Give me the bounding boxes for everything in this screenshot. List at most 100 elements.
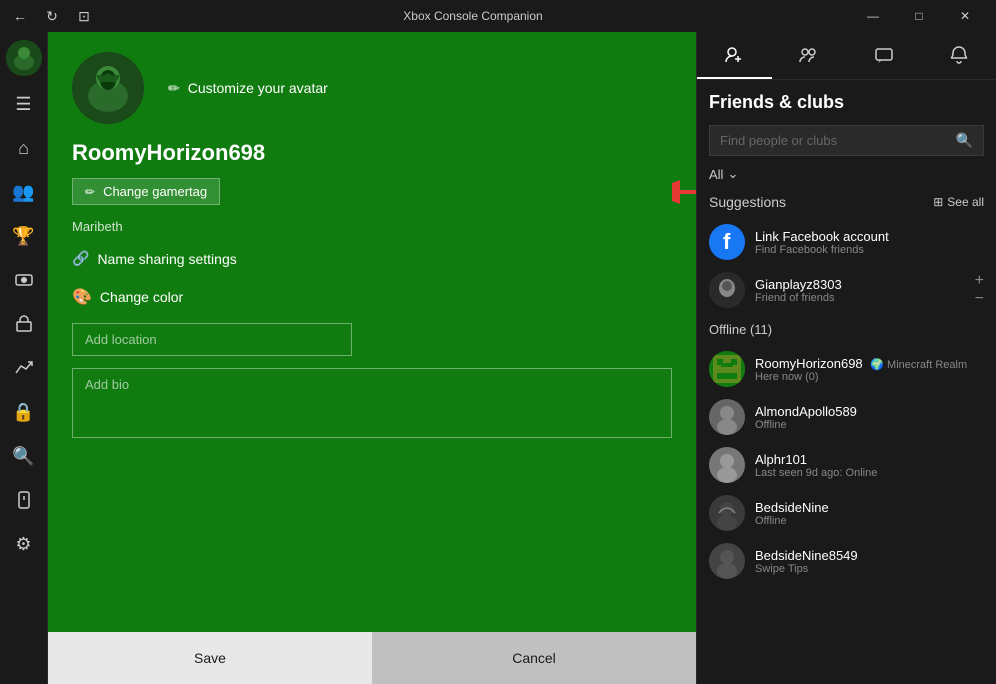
- right-content: Friends & clubs 🔍 All ⌄ Suggestions ⊞ Se…: [697, 80, 996, 684]
- sidebar-item-search[interactable]: 🔍: [4, 436, 44, 476]
- roomyhorizon-name: RoomyHorizon698 🌍 Minecraft Realm: [755, 356, 984, 371]
- bedsidenine-status: Offline: [755, 515, 984, 527]
- bedsidenine8549-status: Swipe Tips: [755, 563, 984, 575]
- facebook-logo: f: [709, 224, 745, 260]
- sidebar-item-remote[interactable]: [4, 480, 44, 520]
- search-input[interactable]: [720, 133, 956, 148]
- sidebar-item-clubs[interactable]: 🔒: [4, 392, 44, 432]
- cancel-button[interactable]: Cancel: [372, 632, 696, 684]
- filter-row: All ⌄: [709, 166, 984, 182]
- titlebar: ← ↻ ⊡ Xbox Console Companion — □ ✕: [0, 0, 996, 32]
- sidebar-item-store[interactable]: [4, 304, 44, 344]
- offline-friend-bedsidenine[interactable]: BedsideNine Offline: [709, 489, 984, 537]
- filter-dropdown[interactable]: All ⌄: [709, 166, 738, 182]
- minmax-button[interactable]: ⊡: [72, 4, 96, 28]
- right-panel: Friends & clubs 🔍 All ⌄ Suggestions ⊞ Se…: [696, 32, 996, 684]
- app-body: ☰ ⌂ 👥 🏆 🔒 🔍: [0, 32, 996, 684]
- customize-avatar-button[interactable]: ✏ Customize your avatar: [160, 76, 336, 101]
- gamertag-display: RoomyHorizon698: [72, 140, 672, 166]
- roomyhorizon-status: Here now (0): [755, 371, 984, 383]
- offline-header: Offline (11): [709, 322, 984, 337]
- search-bar: 🔍: [709, 125, 984, 156]
- change-gamertag-container: ✏ Change gamertag: [72, 178, 672, 205]
- suggestion-facebook[interactable]: f Link Facebook account Find Facebook fr…: [709, 218, 984, 266]
- avatar-image: [6, 40, 42, 76]
- remove-suggestion-button[interactable]: −: [975, 291, 984, 307]
- gamepass-icon: [14, 270, 34, 290]
- gianplayz-avatar: [709, 272, 745, 308]
- requests-tab-icon: [799, 45, 819, 65]
- sidebar-item-social[interactable]: 👥: [4, 172, 44, 212]
- alphr101-info: Alphr101 Last seen 9d ago: Online: [755, 452, 984, 479]
- minimize-button[interactable]: —: [850, 0, 896, 32]
- facebook-name: Link Facebook account: [755, 229, 984, 244]
- name-sharing-button[interactable]: 🔗 Name sharing settings: [72, 246, 672, 271]
- facebook-status: Find Facebook friends: [755, 244, 984, 256]
- avatar-svg: [72, 52, 144, 124]
- suggestions-header: Suggestions ⊞ See all: [709, 194, 984, 210]
- sidebar-item-menu[interactable]: ☰: [4, 84, 44, 124]
- bedsidenine8549-name: BedsideNine8549: [755, 548, 984, 563]
- gianplayz-actions: + −: [975, 273, 984, 307]
- almondapollo-name: AlmondApollo589: [755, 404, 984, 419]
- bottom-buttons: Save Cancel: [48, 632, 696, 684]
- alphr101-status: Last seen 9d ago: Online: [755, 467, 984, 479]
- suggestion-gianplayz[interactable]: Gianplayz8303 Friend of friends + −: [709, 266, 984, 314]
- store-icon: [14, 314, 34, 334]
- main-content: ✏ Customize your avatar RoomyHorizon698 …: [48, 32, 696, 684]
- bedsidenine8549-avatar-svg: [709, 543, 745, 579]
- gianplayz-status: Friend of friends: [755, 292, 965, 304]
- filter-label: All: [709, 167, 723, 182]
- real-name-display: Maribeth: [72, 219, 672, 234]
- change-gamertag-label: Change gamertag: [103, 184, 207, 199]
- app-title: Xbox Console Companion: [96, 9, 850, 23]
- maximize-button[interactable]: □: [896, 0, 942, 32]
- back-button[interactable]: ←: [8, 4, 32, 28]
- change-gamertag-button[interactable]: ✏ Change gamertag: [72, 178, 220, 205]
- sidebar-item-achievements[interactable]: 🏆: [4, 216, 44, 256]
- user-avatar-small[interactable]: [6, 40, 42, 76]
- titlebar-nav: ← ↻ ⊡: [8, 4, 96, 28]
- suggestions-title: Suggestions: [709, 194, 786, 210]
- customize-label: Customize your avatar: [188, 80, 328, 96]
- offline-friend-bedsidenine8549[interactable]: BedsideNine8549 Swipe Tips: [709, 537, 984, 585]
- see-all-button[interactable]: ⊞ See all: [933, 195, 984, 209]
- roomyhorizon-avatar-svg: [709, 351, 745, 387]
- gianplayz-info: Gianplayz8303 Friend of friends: [755, 277, 965, 304]
- sidebar-item-home[interactable]: ⌂: [4, 128, 44, 168]
- bio-input[interactable]: [72, 368, 672, 438]
- tab-friends[interactable]: [697, 32, 772, 79]
- almondapollo-info: AlmondApollo589 Offline: [755, 404, 984, 431]
- profile-avatar[interactable]: [72, 52, 144, 124]
- offline-friend-almondapollo[interactable]: AlmondApollo589 Offline: [709, 393, 984, 441]
- grid-icon: ⊞: [933, 195, 943, 209]
- avatar-row: ✏ Customize your avatar: [72, 52, 672, 124]
- offline-friend-roomyhorizon[interactable]: RoomyHorizon698 🌍 Minecraft Realm Here n…: [709, 345, 984, 393]
- refresh-button[interactable]: ↻: [40, 4, 64, 28]
- bedsidenine-info: BedsideNine Offline: [755, 500, 984, 527]
- roomyhorizon-avatar: [709, 351, 745, 387]
- close-button[interactable]: ✕: [942, 0, 988, 32]
- almondapollo-status: Offline: [755, 419, 984, 431]
- tab-requests[interactable]: [772, 32, 847, 79]
- tab-notifications[interactable]: [921, 32, 996, 79]
- alphr101-name: Alphr101: [755, 452, 984, 467]
- add-friend-button[interactable]: +: [975, 273, 984, 289]
- sidebar-item-gamepass[interactable]: [4, 260, 44, 300]
- svg-text:f: f: [723, 229, 731, 254]
- right-tabs: [697, 32, 996, 80]
- see-all-label: See all: [947, 195, 984, 209]
- offline-friend-alphr101[interactable]: Alphr101 Last seen 9d ago: Online: [709, 441, 984, 489]
- gianplayz-avatar-svg: [709, 272, 745, 308]
- name-sharing-label: Name sharing settings: [97, 251, 236, 267]
- sidebar-item-trending[interactable]: [4, 348, 44, 388]
- location-input[interactable]: [72, 323, 352, 356]
- tab-messages[interactable]: [847, 32, 922, 79]
- remote-icon: [14, 490, 34, 510]
- save-button[interactable]: Save: [48, 632, 372, 684]
- facebook-info: Link Facebook account Find Facebook frie…: [755, 229, 984, 256]
- color-icon: 🎨: [72, 287, 92, 307]
- bedsidenine-avatar: [709, 495, 745, 531]
- change-color-button[interactable]: 🎨 Change color: [72, 283, 672, 311]
- sidebar-item-settings[interactable]: ⚙: [4, 524, 44, 564]
